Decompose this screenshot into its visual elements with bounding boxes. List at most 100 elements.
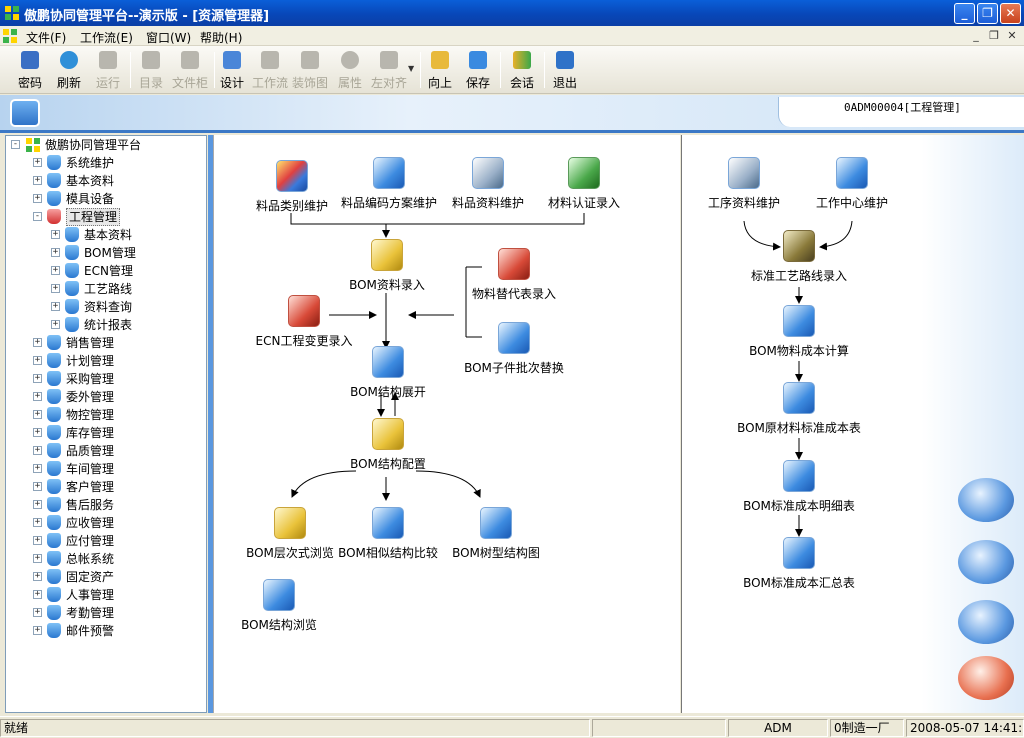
tree-item-label: 基本资料 [84,228,133,242]
module-icon [47,335,61,350]
expand-icon[interactable]: + [33,446,42,455]
flow-node-material-cert[interactable]: 材料认证录入 [537,157,631,211]
tree-root-label: 傲鹏协同管理平台 [45,138,142,152]
expand-icon[interactable]: + [33,608,42,617]
toolbar-refresh-button[interactable]: 刷新 [53,50,85,92]
flow-node-standard-routing[interactable]: 标准工艺路线录入 [742,230,856,284]
expand-icon[interactable]: + [33,338,42,347]
toolbar-save-button[interactable]: 保存 [463,50,493,92]
module-icon [65,317,79,332]
status-ready: 就绪 [0,719,590,737]
toolbar-decor-button[interactable]: 装饰图 [291,50,329,92]
expand-icon[interactable]: + [33,158,42,167]
flow-node-raw-cost-table[interactable]: BOM原材料标准成本表 [732,382,866,436]
toolbar-password-button[interactable]: 密码 [14,50,46,92]
flow-node-bom-compare[interactable]: BOM相似结构比较 [332,507,444,561]
mdi-restore-button[interactable]: ❐ [986,28,1002,44]
flow-node-cost-detail[interactable]: BOM标准成本明细表 [736,460,862,514]
expand-icon[interactable]: + [51,320,60,329]
email-shortcut-icon[interactable] [958,540,1014,584]
flow-node-bom-entry[interactable]: BOM资料录入 [341,239,433,293]
expand-icon[interactable]: + [51,230,60,239]
tree-item-label: 模具设备 [66,192,115,206]
expand-icon[interactable]: + [33,176,42,185]
menu-help[interactable]: 帮助(H) [200,29,242,46]
expand-icon[interactable]: + [33,482,42,491]
module-icon [65,299,79,314]
key-icon [21,51,39,69]
tree-item-label: 基本资料 [66,174,115,188]
expand-icon[interactable]: + [51,248,60,257]
flow-node-coding-scheme[interactable]: 料品编码方案维护 [331,157,447,211]
expand-icon[interactable]: + [33,392,42,401]
expand-icon[interactable]: + [33,356,42,365]
notes-shortcut-icon[interactable] [958,656,1014,700]
toolbar-cabinet-button[interactable]: 文件柜 [170,50,210,92]
expand-icon[interactable]: + [33,194,42,203]
expand-icon[interactable]: + [33,410,42,419]
title-bar[interactable]: 傲鹏协同管理平台--演示版 - [资源管理器] _ ❐ ✕ [0,0,1024,26]
expand-icon[interactable]: + [51,302,60,311]
run-icon [99,51,117,69]
flow-node-bom-tree[interactable]: BOM树型结构图 [446,507,546,561]
expand-icon[interactable]: + [33,572,42,581]
flow-node-bom-browse[interactable]: BOM结构浏览 [234,579,324,633]
flow-node-material-data[interactable]: 料品资料维护 [446,157,530,211]
toolbar-run-button[interactable]: 运行 [92,50,124,92]
flow-node-bom-expand[interactable]: BOM结构展开 [342,346,434,400]
flow-node-work-center[interactable]: 工作中心维护 [806,157,898,211]
expand-icon[interactable]: + [33,536,42,545]
menu-workflow[interactable]: 工作流(E) [80,29,133,46]
toolbar-workflow-button[interactable]: 工作流 [251,50,289,92]
flow-node-process-data[interactable]: 工序资料维护 [698,157,790,211]
monitor-shortcut-icon[interactable] [958,478,1014,522]
tree-item-label: 系统维护 [66,156,115,170]
document-icon [373,157,405,189]
window-title: 傲鹏协同管理平台--演示版 - [资源管理器] [24,9,270,24]
expand-icon[interactable]: + [33,554,42,563]
module-icon [65,281,79,296]
module-icon [47,479,61,494]
flow-node-cost-summary[interactable]: BOM标准成本汇总表 [736,537,862,591]
toolbar-directory-button[interactable]: 目录 [137,50,165,92]
document-icon [372,507,404,539]
mdi-close-button[interactable]: ✕ [1004,28,1020,44]
expand-icon[interactable]: + [51,266,60,275]
minimize-button[interactable]: _ [954,3,975,24]
collapse-icon[interactable]: - [11,140,20,149]
flow-node-material-category[interactable]: 料品类别维护 [238,160,346,214]
toolbar-exit-button[interactable]: 退出 [550,50,580,92]
toolbar-chat-button[interactable]: 会话 [506,50,538,92]
expand-icon[interactable]: + [51,284,60,293]
expand-icon[interactable]: + [33,428,42,437]
flow-node-ecn-change[interactable]: ECN工程变更录入 [242,295,366,349]
flow-node-bom-config[interactable]: BOM结构配置 [342,418,434,472]
dropdown-arrow-icon[interactable]: ▼ [408,64,414,73]
toolbar-properties-button[interactable]: 属性 [336,50,364,92]
toolbar-align-left-button[interactable]: 左对齐 [368,50,410,92]
menu-file[interactable]: 文件(F) [26,29,66,46]
flow-node-cost-calc[interactable]: BOM物料成本计算 [742,305,856,359]
expand-icon[interactable]: + [33,374,42,383]
toolbar-up-button[interactable]: 向上 [425,50,455,92]
edit-icon [274,507,306,539]
module-icon [47,623,61,638]
expand-icon[interactable]: + [33,626,42,635]
mdi-minimize-button[interactable]: _ [968,28,984,44]
expand-icon[interactable]: + [33,464,42,473]
flow-node-substitute-entry[interactable]: 物料替代表录入 [467,248,561,302]
restore-button[interactable]: ❐ [977,3,998,24]
close-button[interactable]: ✕ [1000,3,1021,24]
flow-node-batch-replace[interactable]: BOM子件批次替换 [460,322,568,376]
module-icon [65,227,79,242]
toolbar-design-button[interactable]: 设计 [218,50,246,92]
expand-icon[interactable]: + [33,590,42,599]
menu-window[interactable]: 窗口(W) [146,29,191,46]
expand-icon[interactable]: + [33,518,42,527]
tree-item-label: BOM管理 [84,246,136,260]
users-shortcut-icon[interactable] [958,600,1014,644]
expand-icon[interactable]: + [33,500,42,509]
collapse-icon[interactable]: - [33,212,42,221]
platform-logo-icon [26,138,40,157]
tree-item-label: 客户管理 [66,480,115,494]
